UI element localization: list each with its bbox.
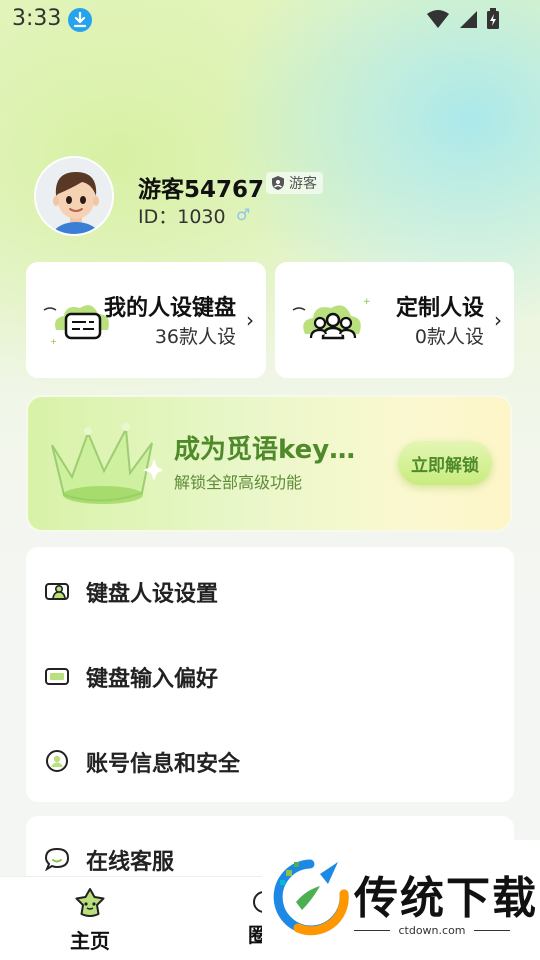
- nav-tab-home-label: 主页: [70, 929, 110, 953]
- watermark: 传统下载 ctdown.com: [262, 840, 540, 960]
- chat-bubble-icon: [44, 847, 70, 871]
- download-icon: [68, 8, 92, 32]
- menu-item-account-security[interactable]: 账号信息和安全: [26, 731, 514, 791]
- card-title: 我的人设键盘: [103, 296, 236, 321]
- settings-menu: 键盘人设设置 键盘输入偏好 账号信息和安全: [26, 547, 514, 802]
- crown-icon: [51, 423, 162, 504]
- card-title: 定制人设: [395, 296, 484, 321]
- user-id: ID：1030: [138, 206, 226, 228]
- nav-tab-home[interactable]: 主页: [62, 887, 118, 954]
- persona-card-icon: [45, 583, 69, 600]
- battery-icon: [487, 8, 499, 29]
- keyboard-icon: [45, 668, 69, 685]
- svg-text:+: +: [363, 297, 371, 307]
- home-star-icon: [75, 888, 105, 917]
- username: 游客54767: [138, 177, 265, 203]
- watermark-logo-icon: [273, 859, 349, 936]
- menu-item-keyboard-persona-settings[interactable]: 键盘人设设置: [26, 561, 514, 621]
- system-icons: [426, 8, 500, 30]
- svg-text:+: +: [50, 337, 57, 346]
- chevron-right-icon: ›: [246, 308, 254, 332]
- avatar[interactable]: [34, 156, 114, 236]
- menu-label: 键盘人设设置: [86, 582, 219, 607]
- vip-subtitle: 解锁全部高级功能: [174, 473, 303, 492]
- status-time: 3:33: [12, 6, 62, 31]
- custom-persona-card[interactable]: + 定制人设 0款人设 ›: [275, 262, 514, 378]
- my-persona-keyboard-card[interactable]: + 我的人设键盘 36款人设 ›: [26, 262, 266, 378]
- vip-title: 成为觅语key…: [174, 435, 356, 465]
- menu-label: 键盘输入偏好: [86, 667, 219, 692]
- card-subtitle: 0款人设: [414, 326, 484, 348]
- status-bar: 3:33: [0, 0, 540, 40]
- unlock-now-button[interactable]: 立即解锁: [398, 441, 492, 485]
- male-icon: ♂: [236, 205, 251, 224]
- guest-badge: 游客: [266, 172, 323, 194]
- vip-banner[interactable]: 成为觅语key… 解锁全部高级功能 立即解锁: [26, 395, 512, 532]
- card-subtitle: 36款人设: [154, 326, 236, 348]
- shield-icon: [272, 176, 284, 190]
- chevron-right-icon: ›: [494, 308, 502, 332]
- menu-label: 账号信息和安全: [86, 752, 241, 777]
- group-persona-illustration-icon: +: [292, 297, 371, 340]
- signal-icon: [460, 11, 477, 28]
- watermark-divider-right: [474, 930, 510, 931]
- account-icon: [46, 750, 68, 772]
- guest-badge-label: 游客: [289, 176, 317, 192]
- wifi-icon: [427, 10, 449, 28]
- menu-label: 在线客服: [86, 850, 175, 875]
- menu-item-keyboard-input-preferences[interactable]: 键盘输入偏好: [26, 646, 514, 706]
- watermark-text: 传统下载: [354, 873, 538, 924]
